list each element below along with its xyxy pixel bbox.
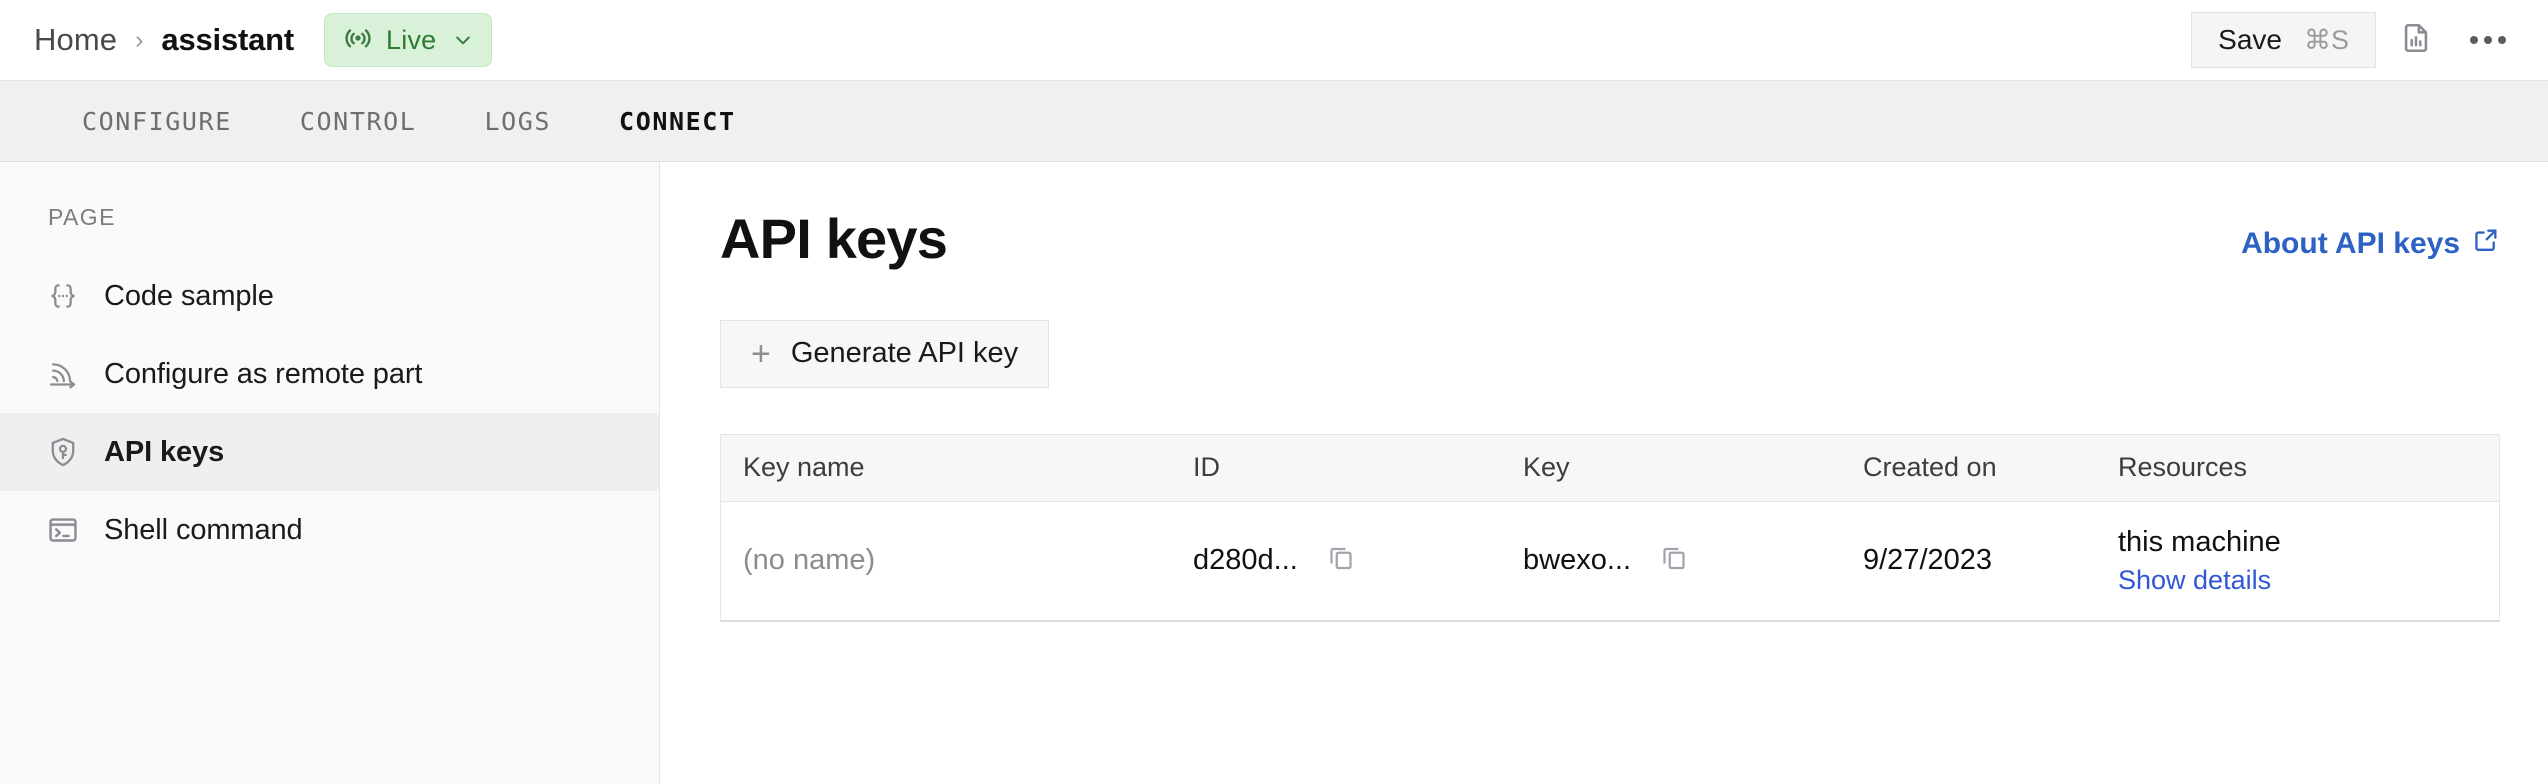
plus-icon: + [751, 334, 771, 373]
resource-name: this machine [2118, 525, 2281, 558]
column-header-created-on: Created on [1863, 452, 1997, 483]
copy-id-button[interactable] [1324, 544, 1358, 578]
live-status-label: Live [386, 24, 437, 55]
sidebar: PAGE Code sample Configure as remote par… [0, 162, 660, 784]
cell-key-value: bwexo... [1523, 544, 1631, 577]
generate-api-key-label: Generate API key [790, 337, 1019, 370]
more-options-button[interactable] [2456, 12, 2520, 68]
save-button[interactable]: Save ⌘S [2191, 12, 2376, 68]
external-link-icon [2472, 226, 2500, 262]
sidebar-item-shell-command[interactable]: Shell command [0, 491, 659, 569]
main-header: API keys About API keys [720, 208, 2500, 270]
terminal-icon [44, 511, 82, 549]
cell-key-name: (no name) [743, 544, 876, 577]
document-chart-icon [2399, 21, 2433, 60]
show-details-link[interactable]: Show details [2118, 565, 2499, 596]
save-button-label: Save [2218, 24, 2282, 55]
sidebar-section-heading: PAGE [48, 204, 116, 230]
top-bar: Home › assistant Live Save ⌘S [0, 0, 2548, 80]
column-header-resources: Resources [2118, 452, 2248, 483]
sidebar-item-label: API keys [104, 435, 225, 468]
code-braces-icon [44, 277, 82, 315]
cell-id-value: d280d... [1193, 544, 1298, 577]
breadcrumb-current[interactable]: assistant [161, 22, 294, 58]
sidebar-item-label: Shell command [104, 513, 303, 546]
page-title: API keys [720, 207, 948, 270]
sidebar-item-label: Code sample [104, 279, 274, 312]
table-header-row: Key name ID Key Created on Resources [721, 434, 2499, 502]
broadcast-icon [343, 23, 373, 58]
api-keys-table: Key name ID Key Created on Resources (no… [720, 433, 2500, 622]
tab-bar: CONFIGURE CONTROL LOGS CONNECT [0, 80, 2548, 162]
column-header-key-name: Key name [743, 452, 865, 483]
about-api-keys-label: About API keys [2241, 227, 2460, 260]
sidebar-item-configure-as-remote-part[interactable]: Configure as remote part [0, 335, 659, 413]
cell-created-on: 9/27/2023 [1863, 544, 1993, 577]
broadcast-arrow-icon [44, 355, 82, 393]
cell-id: d280d... [1171, 502, 1501, 620]
cell-key: bwexo... [1501, 502, 1841, 620]
chevron-down-icon [453, 30, 473, 50]
column-header-id: ID [1193, 452, 1220, 483]
shield-key-icon [44, 433, 82, 471]
copy-icon [1326, 542, 1356, 580]
breadcrumb-home[interactable]: Home [34, 22, 117, 58]
column-header-key: Key [1523, 452, 1570, 483]
app-window: Home › assistant Live Save ⌘S CONFIGURE … [0, 0, 2548, 784]
copy-icon [1659, 542, 1689, 580]
breadcrumb-separator-icon: › [135, 25, 144, 54]
tab-configure[interactable]: CONFIGURE [48, 107, 266, 136]
top-bar-actions: Save ⌘S [2191, 12, 2520, 68]
cell-resources: this machine Show details [2096, 502, 2499, 620]
about-api-keys-link[interactable]: About API keys [2241, 226, 2500, 262]
more-horizontal-icon [2470, 36, 2506, 44]
copy-key-button[interactable] [1657, 544, 1691, 578]
tab-control[interactable]: CONTROL [266, 107, 451, 136]
sidebar-item-code-sample[interactable]: Code sample [0, 257, 659, 335]
body-split: PAGE Code sample Configure as remote par… [0, 162, 2548, 784]
save-shortcut-label: ⌘S [2303, 24, 2349, 55]
tab-connect[interactable]: CONNECT [585, 107, 770, 136]
tab-logs[interactable]: LOGS [450, 107, 585, 136]
sidebar-item-api-keys[interactable]: API keys [0, 413, 659, 491]
live-status-dropdown[interactable]: Live [324, 13, 493, 67]
main-content: API keys About API keys + Generate API k… [660, 162, 2548, 784]
breadcrumb: Home › assistant [34, 22, 294, 58]
document-chart-button[interactable] [2384, 12, 2448, 68]
sidebar-item-label: Configure as remote part [104, 357, 423, 390]
table-row[interactable]: (no name) d280d... bwexo... 9/27/2023 th… [721, 501, 2499, 620]
generate-api-key-button[interactable]: + Generate API key [720, 319, 1050, 388]
